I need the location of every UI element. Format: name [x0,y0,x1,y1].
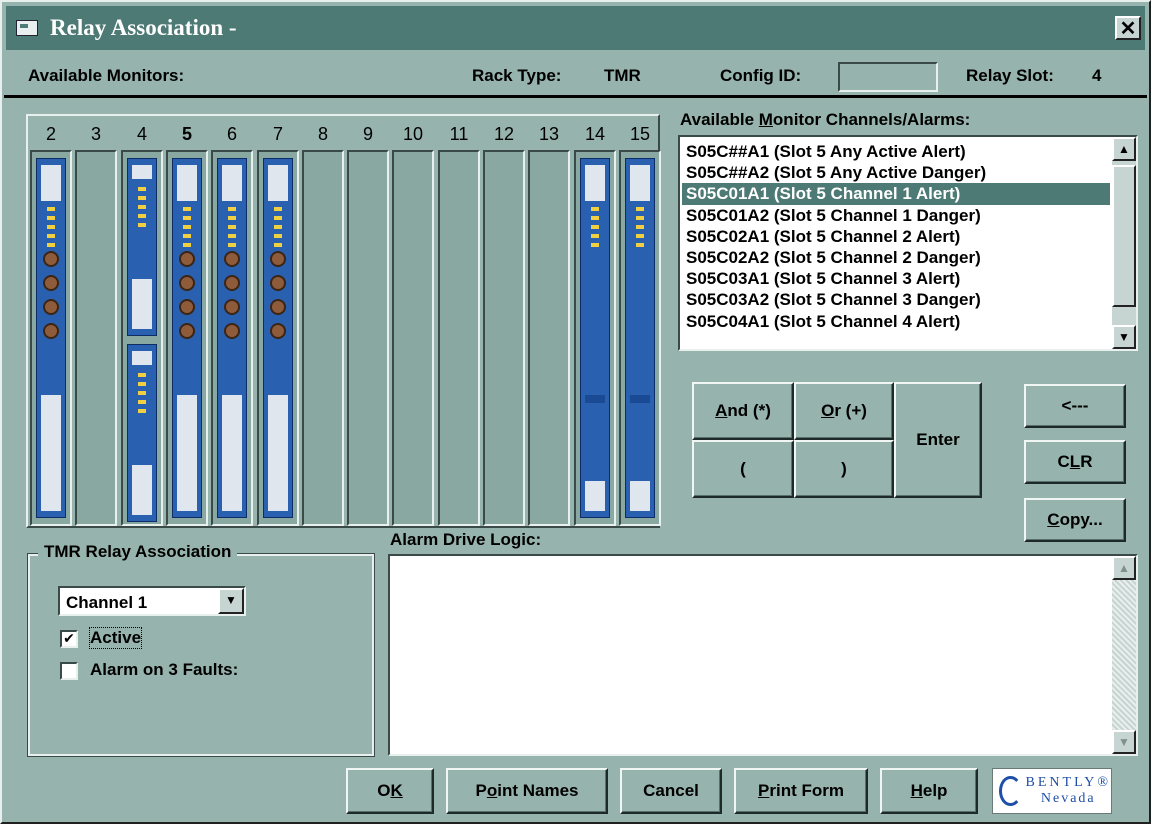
rack-slot[interactable] [528,150,570,526]
rack-slot[interactable] [257,150,299,526]
rack-slot[interactable] [392,150,434,526]
copy-button[interactable]: Copy... [1024,498,1126,542]
monitor-card[interactable] [580,158,610,518]
close-paren-button[interactable]: ) [794,440,894,498]
config-id-label: Config ID: [720,66,802,85]
slot-number: 14 [584,124,606,144]
slot-number: 13 [538,124,560,144]
channel-list-item[interactable]: S05C##A2 (Slot 5 Any Active Danger) [682,162,1110,183]
scroll-down-icon[interactable]: ▼ [1112,730,1136,754]
config-id-field[interactable] [838,62,938,92]
relay-slot-value: 4 [1092,66,1102,85]
slot-number: 15 [629,124,651,144]
monitor-card[interactable] [217,158,247,518]
help-button[interactable]: Help [880,768,978,814]
logo-line-1: BENTLY® [1025,775,1111,790]
channel-list-item[interactable]: S05C01A1 (Slot 5 Channel 1 Alert) [682,183,1110,205]
slot-number: 10 [402,124,424,144]
check-icon: ✔ [63,630,75,646]
logic-scrollbar[interactable]: ▲ ▼ [1112,556,1136,754]
rack-type-value: TMR [604,66,641,85]
channels-listbox[interactable]: S05C##A1 (Slot 5 Any Active Alert) S05C##… [678,135,1138,351]
monitor-card[interactable] [36,158,66,518]
logo-line-2: Nevada [1040,791,1096,806]
monitor-card[interactable] [625,158,655,518]
relay-association-dialog: Relay Association - ✕ Available Monitors… [0,0,1151,824]
rack-slot[interactable] [574,150,616,526]
open-paren-button[interactable]: ( [692,440,794,498]
slot-number: 5 [181,124,192,144]
bently-swoosh-icon [999,776,1022,806]
title-bar[interactable]: Relay Association - ✕ [6,6,1145,50]
window-title: Relay Association - [50,15,237,40]
point-names-button[interactable]: Point Names [446,768,608,814]
rack-slot[interactable] [75,150,117,526]
rack-type-label: Rack Type: [472,66,562,85]
rack-slot[interactable] [30,150,72,526]
relay-slot-label: Relay Slot: [966,66,1054,85]
alarm-drive-logic-textarea[interactable]: ▲ ▼ [388,554,1138,756]
channel-select-value: Channel 1 [66,593,148,612]
scroll-down-icon[interactable]: ▼ [1112,325,1136,349]
channel-select[interactable]: Channel 1 ▼ [58,586,246,616]
slot-number: 8 [317,124,328,144]
window-menu-icon[interactable] [16,20,38,36]
channel-list-item[interactable]: S05C##A1 (Slot 5 Any Active Alert) [682,141,1110,162]
tmr-group-title: TMR Relay Association [38,542,238,562]
active-label: Active [88,627,143,649]
backspace-button[interactable]: <--- [1024,384,1126,428]
rack-slot[interactable] [347,150,389,526]
rack-slot[interactable] [211,150,253,526]
slot-number: 11 [449,124,469,144]
slot-number: 12 [493,124,515,144]
scroll-up-icon[interactable]: ▲ [1112,556,1136,580]
clr-button[interactable]: CLR [1024,440,1126,484]
scroll-up-icon[interactable]: ▲ [1112,137,1136,161]
monitor-card[interactable] [127,344,157,522]
print-form-button[interactable]: Print Form [734,768,868,814]
cancel-button[interactable]: Cancel [620,768,722,814]
alarm-3-faults-checkbox[interactable] [60,662,78,680]
chevron-down-icon[interactable]: ▼ [218,588,244,614]
rack-slot[interactable] [438,150,480,526]
rack-slot[interactable] [483,150,525,526]
alarm-3-faults-label: Alarm on 3 Faults: [90,660,239,679]
channels-scrollbar[interactable]: ▲ ▼ [1112,137,1136,349]
alarm-drive-logic-label: Alarm Drive Logic: [390,530,542,549]
channels-list-label: Available Monitor Channels/Alarms: [680,110,971,129]
monitor-card[interactable] [172,158,202,518]
channel-list-item[interactable]: S05C02A1 (Slot 5 Channel 2 Alert) [682,226,1110,247]
slot-number: 7 [272,124,283,144]
active-checkbox[interactable]: ✔ [60,630,78,648]
slot-number: 2 [45,124,56,144]
monitor-card[interactable] [263,158,293,518]
divider [4,95,1147,98]
channel-list-item[interactable]: S05C04A1 (Slot 5 Channel 4 Alert) [682,311,1110,332]
rack-slot[interactable] [166,150,208,526]
slot-number: 4 [136,124,147,144]
bently-nevada-logo: BENTLY® Nevada [992,768,1112,814]
rack-slot[interactable] [619,150,661,526]
slot-number: 6 [226,124,237,144]
rack-slot[interactable] [121,150,163,526]
info-bar: Available Monitors: Rack Type: TMR Confi… [2,50,1149,96]
monitor-card[interactable] [127,158,157,336]
channel-list-item[interactable]: S05C02A2 (Slot 5 Channel 2 Danger) [682,247,1110,268]
channel-list-item[interactable]: S05C03A1 (Slot 5 Channel 3 Alert) [682,268,1110,289]
or-button[interactable]: Or (+) [794,382,894,440]
ok-button[interactable]: OK [346,768,434,814]
slot-number: 3 [90,124,101,144]
and-button[interactable]: And (*) [692,382,794,440]
tmr-group [27,553,375,757]
slot-number: 9 [362,124,373,144]
channel-list-item[interactable]: S05C03A2 (Slot 5 Channel 3 Danger) [682,289,1110,310]
enter-button[interactable]: Enter [894,382,982,498]
available-monitors-label: Available Monitors: [28,66,185,85]
close-button[interactable]: ✕ [1115,16,1141,40]
rack-slot[interactable] [302,150,344,526]
scroll-thumb[interactable] [1112,165,1136,307]
channel-list-item[interactable]: S05C01A2 (Slot 5 Channel 1 Danger) [682,205,1110,226]
